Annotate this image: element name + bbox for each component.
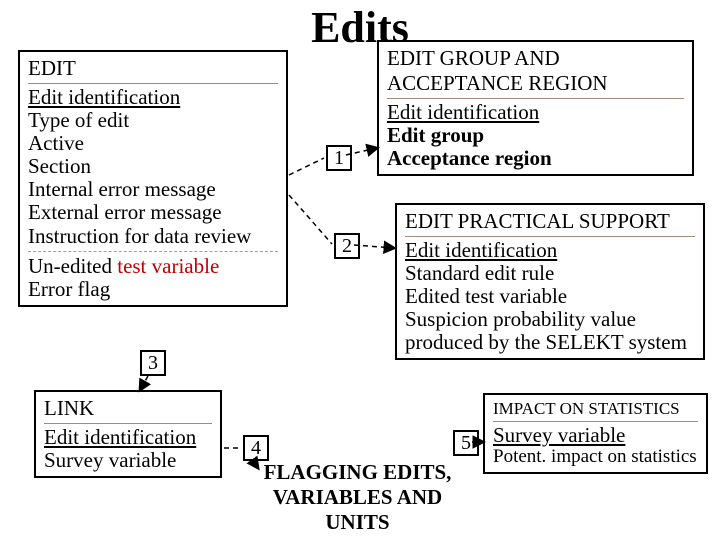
connector-num-4: 4: [243, 435, 269, 461]
edit-box-header: EDIT: [28, 56, 278, 84]
edit-line: Error flag: [28, 278, 278, 301]
practical-header: EDIT PRACTICAL SUPPORT: [405, 209, 695, 237]
test-variable-red: test variable: [117, 254, 219, 278]
connector-num-1: 1: [326, 145, 352, 171]
practical-line: Edited test variable: [405, 285, 695, 308]
link-line: Survey variable: [44, 449, 212, 472]
practical-line: Edit identification: [405, 239, 695, 262]
connector-num-5: 5: [453, 430, 479, 456]
edit-box: EDIT Edit identification Type of edit Ac…: [18, 50, 288, 307]
edit-line: Active: [28, 132, 278, 155]
edit-group-header: EDIT GROUP AND ACCEPTANCE REGION: [387, 46, 684, 99]
impact-box: IMPACT ON STATISTICS Survey variable Pot…: [483, 393, 708, 474]
link-line: Edit identification: [44, 426, 212, 449]
group-line: Edit identification: [387, 101, 684, 124]
connector-num-2: 2: [334, 233, 360, 259]
edit-line: External error message: [28, 201, 278, 224]
edit-line: Section: [28, 155, 278, 178]
separator: [28, 251, 278, 252]
practical-line: Standard edit rule: [405, 262, 695, 285]
edit-line-unedited: Un-edited test variable: [28, 255, 278, 278]
group-line: Acceptance region: [387, 147, 684, 170]
edit-line: Type of edit: [28, 109, 278, 132]
edit-line: Instruction for data review: [28, 225, 278, 248]
link-header: LINK: [44, 396, 212, 424]
practical-line: Suspicion probability value produced by …: [405, 308, 695, 354]
edit-group-box: EDIT GROUP AND ACCEPTANCE REGION Edit id…: [377, 40, 694, 176]
impact-line: Survey variable: [493, 424, 698, 447]
practical-support-box: EDIT PRACTICAL SUPPORT Edit identificati…: [395, 203, 705, 360]
edit-line: Edit identification: [28, 86, 278, 109]
link-box: LINK Edit identification Survey variable: [34, 390, 222, 478]
connector-num-3: 3: [140, 350, 166, 376]
impact-header: IMPACT ON STATISTICS: [493, 399, 698, 422]
flagging-caption: FLAGGING EDITS, VARIABLES AND UNITS: [245, 460, 470, 535]
unedited-prefix: Un-edited: [28, 254, 117, 278]
edit-line: Internal error message: [28, 178, 278, 201]
impact-line: Potent. impact on statistics: [493, 447, 698, 468]
group-line: Edit group: [387, 124, 684, 147]
